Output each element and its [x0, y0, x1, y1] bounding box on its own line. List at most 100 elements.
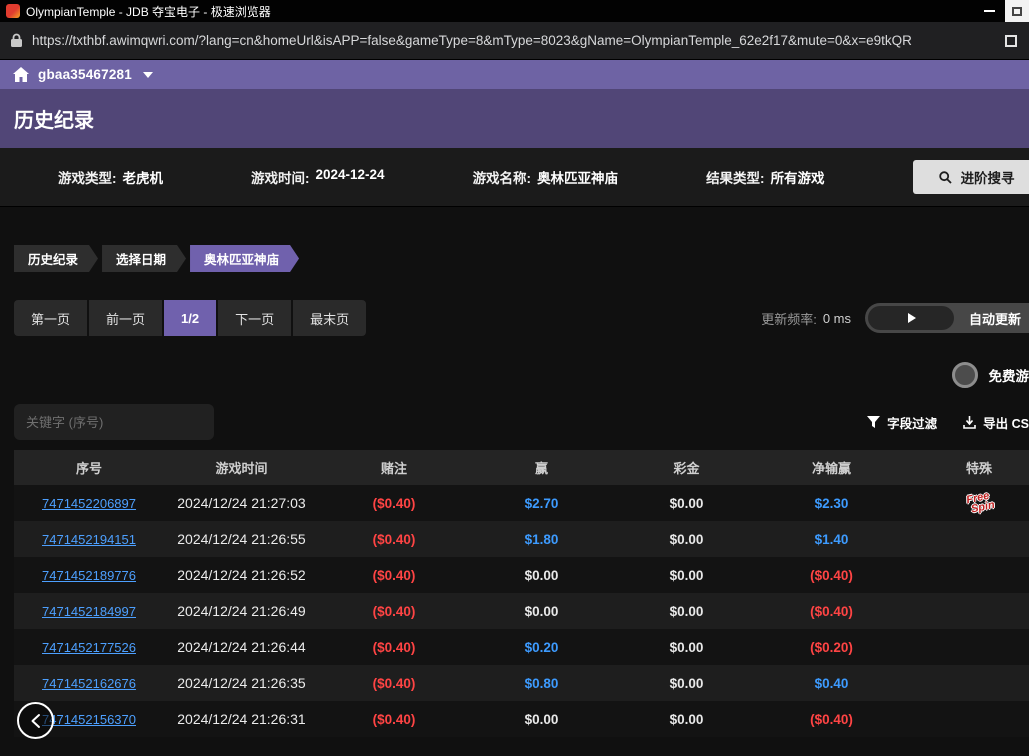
- search-input[interactable]: [14, 404, 214, 440]
- chevron-down-icon[interactable]: [143, 72, 153, 78]
- field-filter-label: 字段过滤: [887, 413, 937, 432]
- filter-game-name-value: 奥林匹亚神庙: [537, 167, 618, 187]
- filter-game-type-value: 老虎机: [123, 167, 164, 187]
- header-net: 净输赢: [759, 458, 904, 477]
- minimize-button[interactable]: [973, 0, 1005, 22]
- main-content: 历史纪录 选择日期 奥林匹亚神庙 第一页 前一页 1/2 下一页 最末页 更新频…: [0, 245, 1029, 737]
- bet-cell: ($0.40): [373, 640, 416, 655]
- table-row: 7471452206897 2024/12/24 21:27:03 ($0.40…: [14, 485, 1029, 521]
- maximize-icon: [1012, 7, 1022, 16]
- serial-link[interactable]: 7471452156370: [42, 712, 136, 727]
- pagination: 第一页 前一页 1/2 下一页 最末页: [14, 300, 366, 336]
- table-row: 7471452177526 2024/12/24 21:26:44 ($0.40…: [14, 629, 1029, 665]
- table-row: 7471452184997 2024/12/24 21:26:49 ($0.40…: [14, 593, 1029, 629]
- serial-link[interactable]: 7471452206897: [42, 496, 136, 511]
- auto-update-toggle[interactable]: 自动更新: [865, 303, 1029, 333]
- last-page-button[interactable]: 最末页: [293, 300, 366, 336]
- serial-link[interactable]: 7471452189776: [42, 568, 136, 583]
- table-row: 7471452162676 2024/12/24 21:26:35 ($0.40…: [14, 665, 1029, 701]
- history-table: 序号 游戏时间 赌注 赢 彩金 净输赢 特殊 7471452206897 202…: [14, 450, 1029, 737]
- jackpot-cell: $0.00: [670, 712, 704, 727]
- header-game-time: 游戏时间: [164, 458, 319, 477]
- table-toolbar: 字段过滤 导出 CS: [14, 404, 1029, 440]
- user-bar: gbaa35467281: [0, 60, 1029, 89]
- serial-link[interactable]: 7471452194151: [42, 532, 136, 547]
- next-page-button[interactable]: 下一页: [218, 300, 291, 336]
- serial-link[interactable]: 7471452177526: [42, 640, 136, 655]
- pagination-row: 第一页 前一页 1/2 下一页 最末页 更新频率: 0 ms 自动更新: [14, 300, 1029, 336]
- page-header: 历史纪录: [0, 89, 1029, 148]
- header-jackpot: 彩金: [614, 458, 759, 477]
- game-time-cell: 2024/12/24 21:26:35: [177, 675, 305, 691]
- game-time-cell: 2024/12/24 21:26:52: [177, 567, 305, 583]
- free-spin-legend-label: 免费游: [989, 365, 1029, 385]
- free-spin-legend: 免费游: [14, 362, 1029, 388]
- filter-game-type: 游戏类型: 老虎机: [58, 167, 163, 187]
- serial-link[interactable]: 7471452184997: [42, 604, 136, 619]
- header-serial: 序号: [14, 458, 164, 477]
- win-cell: $1.80: [525, 532, 559, 547]
- free-spin-icon: Free Spin: [962, 490, 995, 516]
- current-page-indicator[interactable]: 1/2: [164, 300, 216, 336]
- refresh-rate: 更新频率: 0 ms: [761, 309, 851, 328]
- jackpot-cell: $0.00: [670, 676, 704, 691]
- filter-bar: 游戏类型: 老虎机 游戏时间: 2024-12-24 游戏名称: 奥林匹亚神庙 …: [0, 148, 1029, 207]
- net-cell: ($0.40): [810, 568, 853, 583]
- game-time-cell: 2024/12/24 21:26:55: [177, 531, 305, 547]
- bet-cell: ($0.40): [373, 568, 416, 583]
- export-csv-button[interactable]: 导出 CS: [963, 413, 1029, 432]
- table-row: 7471452189776 2024/12/24 21:26:52 ($0.40…: [14, 557, 1029, 593]
- win-cell: $0.00: [525, 604, 559, 619]
- filter-result-type-value: 所有游戏: [771, 167, 825, 187]
- header-bet: 赌注: [319, 458, 469, 477]
- serial-link[interactable]: 7471452162676: [42, 676, 136, 691]
- search-icon: [939, 171, 952, 184]
- window-title: OlympianTemple - JDB 夺宝电子 - 极速浏览器: [26, 3, 271, 20]
- breadcrumb-date[interactable]: 选择日期: [102, 245, 186, 272]
- username[interactable]: gbaa35467281: [38, 67, 132, 82]
- advanced-search-button[interactable]: 进阶搜寻: [913, 160, 1029, 194]
- table-row: 7471452194151 2024/12/24 21:26:55 ($0.40…: [14, 521, 1029, 557]
- page-title: 历史纪录: [14, 104, 94, 133]
- url-text[interactable]: https://txthbf.awimqwri.com/?lang=cn&hom…: [32, 33, 996, 48]
- filter-game-time-value: 2024-12-24: [316, 167, 385, 187]
- bet-cell: ($0.40): [373, 532, 416, 547]
- prev-page-button[interactable]: 前一页: [89, 300, 162, 336]
- breadcrumb-game[interactable]: 奥林匹亚神庙: [190, 245, 299, 272]
- maximize-button[interactable]: [1005, 0, 1029, 22]
- advanced-search-label: 进阶搜寻: [961, 167, 1015, 187]
- refresh-rate-label: 更新频率:: [761, 309, 817, 328]
- win-cell: $0.00: [525, 568, 559, 583]
- first-page-button[interactable]: 第一页: [14, 300, 87, 336]
- download-icon: [963, 416, 976, 429]
- home-icon[interactable]: [13, 67, 29, 82]
- net-cell: $0.40: [815, 676, 849, 691]
- export-csv-label: 导出 CS: [983, 413, 1029, 432]
- net-cell: $1.40: [815, 532, 849, 547]
- back-arrow-icon: [29, 713, 43, 729]
- net-cell: ($0.40): [810, 712, 853, 727]
- game-time-cell: 2024/12/24 21:26:31: [177, 711, 305, 727]
- bet-cell: ($0.40): [373, 604, 416, 619]
- bet-cell: ($0.40): [373, 676, 416, 691]
- filter-game-time-label: 游戏时间:: [251, 167, 310, 187]
- free-spin-coin-icon: [952, 362, 978, 388]
- filter-game-name: 游戏名称: 奥林匹亚神庙: [473, 167, 619, 187]
- app-logo-icon: [6, 4, 20, 18]
- table-row: 7471452156370 2024/12/24 21:26:31 ($0.40…: [14, 701, 1029, 737]
- jackpot-cell: $0.00: [670, 496, 704, 511]
- filter-game-name-label: 游戏名称:: [473, 167, 532, 187]
- breadcrumb-history[interactable]: 历史纪录: [14, 245, 98, 272]
- win-cell: $0.20: [525, 640, 559, 655]
- field-filter-button[interactable]: 字段过滤: [867, 413, 937, 432]
- back-button[interactable]: [17, 702, 54, 739]
- play-icon: [908, 313, 916, 323]
- play-button[interactable]: [868, 306, 954, 330]
- header-special: 特殊: [904, 458, 1029, 477]
- win-cell: $0.80: [525, 676, 559, 691]
- breadcrumb: 历史纪录 选择日期 奥林匹亚神庙: [14, 245, 1029, 272]
- game-time-cell: 2024/12/24 21:26:49: [177, 603, 305, 619]
- table-tools: 字段过滤 导出 CS: [867, 413, 1029, 432]
- new-window-icon[interactable]: [1005, 35, 1017, 47]
- window-titlebar: OlympianTemple - JDB 夺宝电子 - 极速浏览器: [0, 0, 1029, 22]
